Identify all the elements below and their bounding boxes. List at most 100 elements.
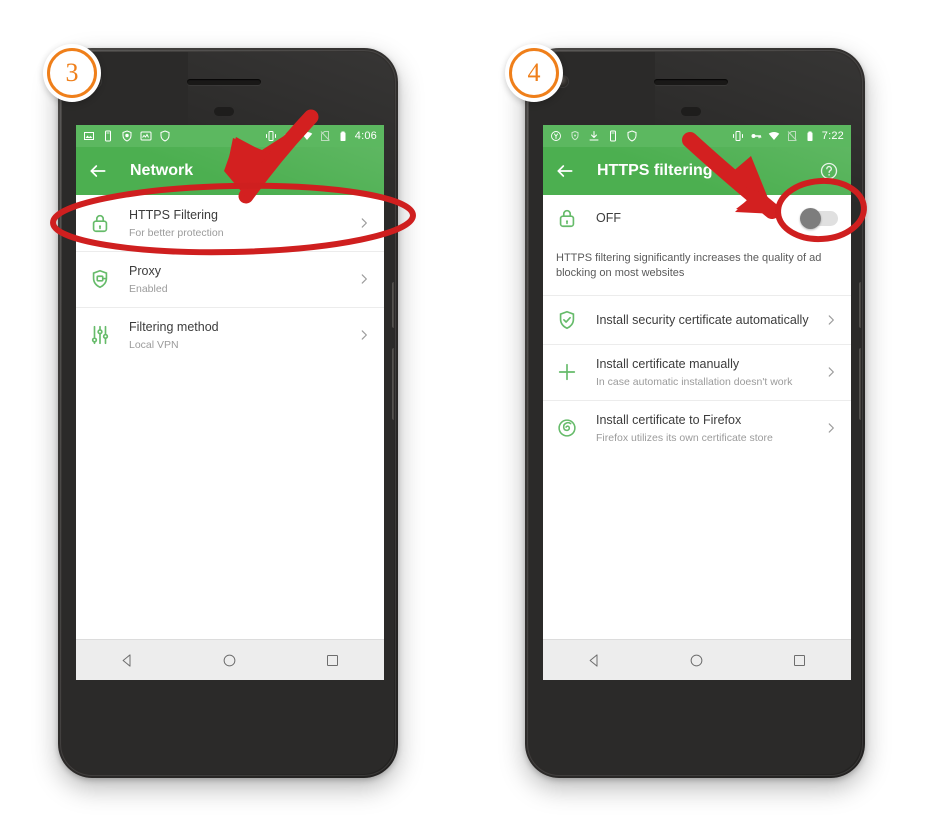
- page-title: HTTPS filtering: [597, 162, 713, 179]
- vibrate-icon: [732, 130, 744, 142]
- list-item-install-certificate-manually[interactable]: Install certificate manually In case aut…: [543, 343, 851, 400]
- status-bar-time-1: 4:06: [354, 130, 377, 142]
- phone-screen-1: 4:06 Network HTTPS Filtering For better …: [76, 125, 384, 680]
- back-triangle-icon[interactable]: [587, 653, 602, 668]
- stats-icon: [140, 130, 152, 142]
- status-bar-right-icons-1: 4:06: [265, 130, 377, 142]
- list-item-text: Proxy Enabled: [129, 262, 349, 296]
- recents-square-icon[interactable]: [325, 653, 340, 668]
- toggle-thumb: [800, 207, 821, 229]
- back-arrow-icon[interactable]: [555, 161, 575, 181]
- list-item-text: Install certificate manually In case aut…: [596, 355, 816, 389]
- battery-icon: [804, 130, 816, 142]
- list-item-text: Install security certificate automatical…: [596, 311, 816, 329]
- phone-device-1: 4:06 Network HTTPS Filtering For better …: [58, 48, 398, 778]
- wifi-icon: [768, 130, 780, 142]
- download-icon: [588, 130, 600, 142]
- chevron-right-icon: [824, 421, 838, 435]
- help-circle-icon[interactable]: [819, 161, 839, 181]
- status-bar-left-icons-2: [550, 130, 638, 142]
- https-filtering-toggle-row[interactable]: OFF: [543, 195, 851, 241]
- shield-outline-icon: [159, 130, 171, 142]
- page-title: Network: [130, 162, 194, 179]
- app-bar-2: HTTPS filtering: [543, 147, 851, 195]
- phone-body-1: 4:06 Network HTTPS Filtering For better …: [62, 52, 394, 774]
- home-circle-icon[interactable]: [689, 653, 704, 668]
- list-item-title: Proxy: [129, 264, 161, 279]
- chevron-right-icon: [357, 272, 371, 286]
- power-button-2: [859, 282, 861, 328]
- list-item-install-security-certificate-automatically[interactable]: Install security certificate automatical…: [543, 296, 851, 344]
- battery-icon: [337, 130, 349, 142]
- chevron-right-icon: [357, 216, 371, 230]
- step-badge-3: 3: [43, 44, 101, 102]
- lock-shield-icon: [556, 207, 578, 229]
- app-bar-sheen-1: [76, 147, 384, 195]
- list-item-install-certificate-to-firefox[interactable]: Install certificate to Firefox Firefox u…: [543, 399, 851, 456]
- phone-body-2: 7:22 HTTPS filtering OFF HTTPS filtering…: [529, 52, 861, 774]
- list-item-title: Install certificate manually: [596, 356, 740, 371]
- status-bar-right-icons-2: 7:22: [732, 130, 844, 142]
- settings-list-1: HTTPS Filtering For better protection Pr…: [76, 195, 384, 364]
- list-item-proxy[interactable]: Proxy Enabled: [76, 251, 384, 307]
- vpn-key-icon: [750, 130, 762, 142]
- list-item-subtitle: Firefox utilizes its own certificate sto…: [596, 431, 773, 444]
- status-bar-1: 4:06: [76, 125, 384, 147]
- status-bar-left-icons-1: [83, 130, 171, 142]
- list-item-title: Install security certificate automatical…: [596, 312, 809, 327]
- phone-icon: [102, 130, 114, 142]
- chevron-right-icon: [824, 365, 838, 379]
- lock-shield-icon: [89, 212, 111, 234]
- no-sim-icon: [319, 130, 331, 142]
- back-triangle-icon[interactable]: [120, 653, 135, 668]
- sliders-icon: [89, 324, 111, 346]
- list-item-subtitle: Local VPN: [129, 339, 179, 352]
- https-filtering-toggle[interactable]: [800, 207, 838, 229]
- earpiece-speaker: [654, 79, 728, 85]
- list-item-https-filtering[interactable]: HTTPS Filtering For better protection: [76, 195, 384, 251]
- list-item-subtitle: For better protection: [129, 227, 224, 239]
- status-bar-2: 7:22: [543, 125, 851, 147]
- back-arrow-icon[interactable]: [88, 161, 108, 181]
- volume-button-2: [859, 348, 861, 420]
- phone-device-2: 7:22 HTTPS filtering OFF HTTPS filtering…: [525, 48, 865, 778]
- firefox-icon: [556, 417, 578, 439]
- step-badge-4: 4: [505, 44, 563, 102]
- proximity-sensor: [214, 107, 234, 116]
- no-sim-icon: [786, 130, 798, 142]
- app-bar-1: Network: [76, 147, 384, 195]
- list-item-text: Install certificate to Firefox Firefox u…: [596, 411, 816, 445]
- list-item-text: Filtering method Local VPN: [129, 318, 349, 352]
- step-number-4: 4: [509, 48, 559, 98]
- shield-icon: [121, 130, 133, 142]
- list-item-title: Filtering method: [129, 320, 219, 335]
- step-number-3: 3: [47, 48, 97, 98]
- yandex-icon: [550, 130, 562, 142]
- proximity-sensor: [681, 107, 701, 116]
- power-button-1: [392, 282, 394, 328]
- earpiece-speaker: [187, 79, 261, 85]
- plus-icon: [556, 361, 578, 383]
- https-filtering-description: HTTPS filtering significantly increases …: [543, 241, 851, 296]
- vpn-key-icon: [283, 130, 295, 142]
- phone-icon: [607, 130, 619, 142]
- vibrate-icon: [265, 130, 277, 142]
- list-item-subtitle: Enabled: [129, 283, 168, 296]
- list-item-filtering-method[interactable]: Filtering method Local VPN: [76, 307, 384, 363]
- list-item-text: HTTPS Filtering For better protection: [129, 206, 349, 240]
- wifi-icon: [301, 130, 313, 142]
- list-item-title: Install certificate to Firefox: [596, 412, 742, 427]
- toggle-state-label: OFF: [596, 211, 621, 225]
- recents-square-icon[interactable]: [792, 653, 807, 668]
- settings-list-2: Install security certificate automatical…: [543, 295, 851, 456]
- status-bar-time-2: 7:22: [821, 130, 844, 142]
- chevron-right-icon: [357, 328, 371, 342]
- toggle-row-text: OFF: [596, 209, 794, 227]
- home-circle-icon[interactable]: [222, 653, 237, 668]
- volume-button-1: [392, 348, 394, 420]
- image-icon: [83, 130, 95, 142]
- shield-small-icon: [569, 130, 581, 142]
- list-item-subtitle: In case automatic installation doesn't w…: [596, 375, 793, 388]
- phone-screen-2: 7:22 HTTPS filtering OFF HTTPS filtering…: [543, 125, 851, 680]
- shield-check-icon: [556, 309, 578, 331]
